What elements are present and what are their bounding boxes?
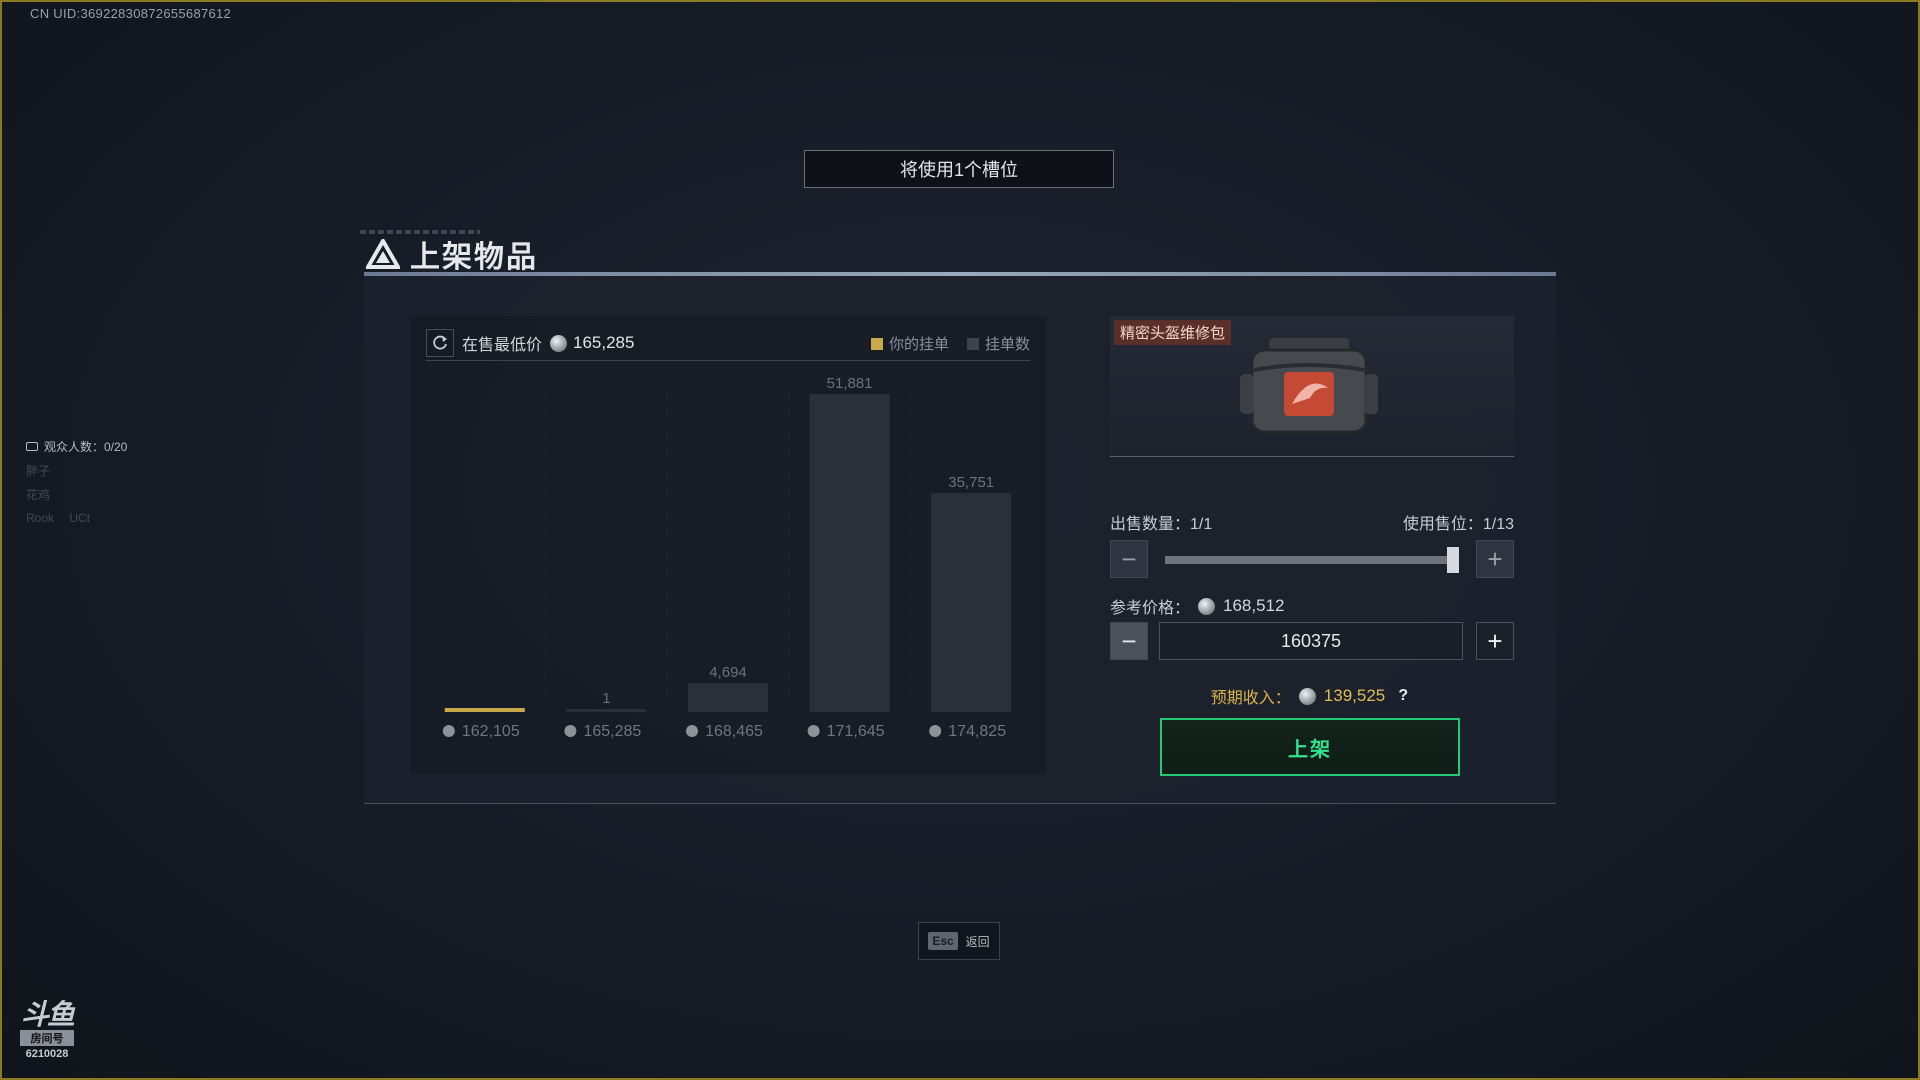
expected-income-label: 预期收入： bbox=[1210, 690, 1291, 707]
reference-price-label: 参考价格： bbox=[1110, 600, 1191, 617]
coin-icon bbox=[564, 725, 577, 737]
chart-legend: 你的挂单 挂单数 bbox=[870, 333, 1030, 354]
category-label: 174,825 bbox=[948, 723, 1006, 740]
coin-icon bbox=[442, 725, 455, 737]
chart-bar bbox=[688, 683, 768, 712]
bar-chart: 162,105 1 165,285 4,694 168,465 51,881 171,645… bbox=[442, 375, 1012, 740]
douyu-logo: 斗鱼 bbox=[20, 999, 75, 1030]
category-label: 162,105 bbox=[462, 723, 520, 740]
viewer-count-label: 观众人数：0/20 bbox=[44, 439, 128, 454]
esc-back-label: 返回 bbox=[965, 934, 990, 949]
help-icon[interactable]: ? bbox=[1393, 686, 1413, 706]
coin-icon bbox=[929, 725, 942, 737]
legend-yours: 你的挂单 bbox=[870, 333, 949, 354]
quantity-increase-button[interactable]: + bbox=[1476, 540, 1514, 578]
quantity-slider-row: − + bbox=[1110, 540, 1514, 580]
legend-swatch-count bbox=[966, 337, 979, 350]
page-title: 上架物品 bbox=[410, 241, 538, 274]
repair-kit-image bbox=[1240, 338, 1378, 434]
legend-count-label: 挂单数 bbox=[984, 335, 1030, 353]
category-label: 165,285 bbox=[583, 723, 641, 740]
bar-value-label: 35,751 bbox=[948, 474, 994, 491]
legend-count: 挂单数 bbox=[966, 333, 1030, 354]
tv-icon bbox=[26, 441, 38, 451]
stream-sidebar: 观众人数：0/20 胖子 花鸡 Rook UCt bbox=[26, 434, 127, 530]
item-name: 精密头盔维修包 bbox=[1114, 320, 1232, 345]
reference-price-value: 168,512 bbox=[1223, 596, 1285, 615]
price-decrease-button[interactable]: − bbox=[1110, 622, 1148, 660]
item-card: 精密头盔维修包 bbox=[1110, 316, 1514, 457]
category-label: 168,465 bbox=[705, 723, 763, 740]
price-chart: 在售最低价 165,285 你的挂单 挂单数 162,105 1 165,285 4,… bbox=[410, 316, 1046, 774]
reference-price-row: 参考价格： 168,512 bbox=[1110, 594, 1284, 618]
price-input[interactable] bbox=[1159, 622, 1463, 660]
quantity-slider-track[interactable] bbox=[1165, 556, 1453, 564]
coin-icon bbox=[550, 334, 568, 352]
list-item-button[interactable]: 上架 bbox=[1160, 718, 1460, 776]
your-listing-bar bbox=[444, 708, 525, 712]
title-bar: 上架物品 bbox=[366, 232, 538, 276]
room-tag: 房间号 bbox=[20, 1030, 74, 1046]
quantity-decrease-button[interactable]: − bbox=[1110, 540, 1148, 578]
chart-header: 在售最低价 165,285 你的挂单 挂单数 bbox=[426, 326, 1030, 361]
esc-back-button[interactable]: Esc 返回 bbox=[918, 922, 1000, 960]
slot-banner: 将使用1个槽位 bbox=[804, 150, 1114, 188]
quantity-slider-thumb[interactable] bbox=[1447, 547, 1459, 573]
legend-swatch-yours bbox=[870, 337, 883, 350]
coin-icon bbox=[1198, 597, 1216, 615]
bar-value-label: 4,694 bbox=[709, 664, 747, 681]
bar-value-label: 51,881 bbox=[827, 375, 873, 392]
expected-income-value: 139,525 bbox=[1323, 686, 1386, 705]
sidebar-faint-item: 花鸡 bbox=[26, 487, 51, 502]
sidebar-faint-item: 胖子 bbox=[26, 463, 51, 478]
coin-icon bbox=[1298, 687, 1316, 705]
minus-icon: − bbox=[1121, 543, 1137, 574]
coin-icon bbox=[807, 725, 820, 737]
esc-key-icon: Esc bbox=[928, 932, 958, 950]
bar-value-label: 1 bbox=[602, 690, 610, 707]
lowest-price-label: 在售最低价 bbox=[462, 337, 543, 354]
delta-logo-icon bbox=[366, 239, 400, 269]
price-row: − + bbox=[1110, 622, 1514, 662]
minus-icon: − bbox=[1121, 625, 1137, 656]
chart-bar bbox=[809, 394, 890, 712]
expected-income-row: 预期收入： 139,525 ? bbox=[1110, 684, 1514, 708]
quantity-row: 出售数量：1/1 使用售位：1/13 bbox=[1110, 510, 1514, 534]
viewer-count: 观众人数：0/20 bbox=[26, 434, 127, 458]
legend-yours-label: 你的挂单 bbox=[888, 335, 949, 353]
uid-label: CN UID:36922830872655687612 bbox=[30, 6, 232, 21]
plus-icon: + bbox=[1487, 543, 1503, 574]
lowest-price-value: 165,285 bbox=[573, 333, 635, 352]
price-increase-button[interactable]: + bbox=[1476, 622, 1514, 660]
coin-icon bbox=[686, 725, 698, 737]
douyu-watermark: 斗鱼 房间号 6210028 bbox=[16, 1000, 78, 1060]
chart-bar bbox=[566, 709, 647, 712]
panel-top-bar bbox=[364, 272, 1556, 276]
listing-panel: 在售最低价 165,285 你的挂单 挂单数 162,105 1 165,285 4,… bbox=[364, 272, 1556, 804]
room-number: 6210028 bbox=[25, 1048, 69, 1060]
refresh-button[interactable] bbox=[426, 329, 454, 357]
quantity-label: 出售数量：1/1 bbox=[1110, 516, 1213, 533]
plus-icon: + bbox=[1487, 625, 1503, 656]
sidebar-faint-item: Rook UCt bbox=[26, 511, 91, 525]
category-label: 171,645 bbox=[827, 723, 885, 740]
chart-bar bbox=[931, 492, 1012, 712]
slots-label: 使用售位：1/13 bbox=[1402, 516, 1514, 533]
refresh-icon bbox=[433, 335, 447, 350]
